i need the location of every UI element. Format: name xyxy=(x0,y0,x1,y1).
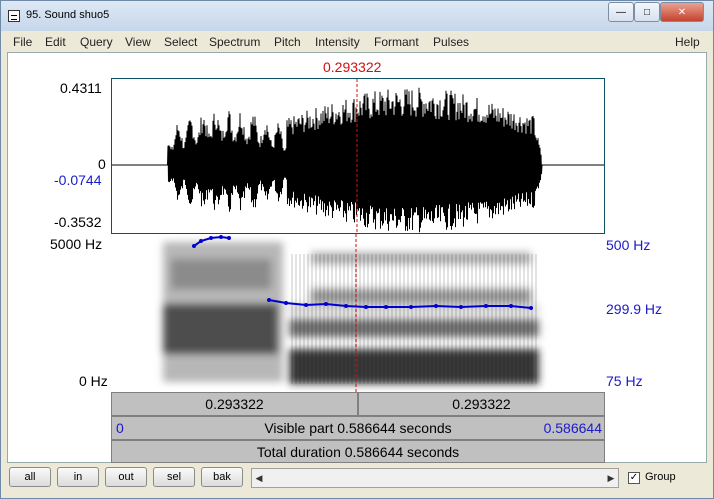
pitch-value-label: 299.9 Hz xyxy=(606,301,663,317)
menu-query[interactable]: Query xyxy=(80,35,113,49)
pitch-point xyxy=(209,236,213,240)
pitch-point xyxy=(364,305,368,309)
menu-formant[interactable]: Formant xyxy=(374,35,419,49)
pitch-point xyxy=(409,305,413,309)
pitch-point xyxy=(459,305,463,309)
visible-end: 0.586644 xyxy=(543,420,602,436)
maximize-button[interactable]: □ xyxy=(634,2,660,22)
pitch-point xyxy=(199,239,203,243)
pitch-point xyxy=(324,302,328,306)
pitch-point xyxy=(192,244,196,248)
cursor-time-label: 0.293322 xyxy=(323,59,382,75)
scroll-left-icon[interactable]: ◀ xyxy=(252,469,266,487)
zoom-sel-button[interactable]: sel xyxy=(153,467,195,487)
time-segment-right[interactable]: 0.293322 xyxy=(358,392,605,416)
pitch-point xyxy=(509,304,513,308)
waveform-y-cursor: -0.0744 xyxy=(54,172,102,188)
spectrogram-panel[interactable] xyxy=(111,234,605,392)
zoom-in-button[interactable]: in xyxy=(57,467,99,487)
waveform-panel[interactable] xyxy=(111,78,605,234)
menu-select[interactable]: Select xyxy=(164,35,197,49)
menu-help[interactable]: Help xyxy=(675,35,700,49)
spectrogram-freq-bottom: 0 Hz xyxy=(79,373,108,389)
pitch-top-label: 500 Hz xyxy=(606,237,651,253)
pitch-point xyxy=(227,236,231,240)
zoom-out-button[interactable]: out xyxy=(105,467,147,487)
menu-pitch[interactable]: Pitch xyxy=(274,35,301,49)
pitch-bottom-label: 75 Hz xyxy=(606,373,643,389)
visible-start: 0 xyxy=(116,420,124,436)
title-bar[interactable]: 95. Sound shuo5 — □ ✕ xyxy=(1,1,713,31)
visible-part-label: Visible part 0.586644 seconds xyxy=(264,420,452,436)
pitch-point xyxy=(304,303,308,307)
scroll-right-icon[interactable]: ▶ xyxy=(604,469,618,487)
group-checkbox[interactable]: ✓ xyxy=(628,472,640,484)
waveform-y-bottom: -0.3532 xyxy=(54,214,102,230)
pitch-point xyxy=(267,298,271,302)
waveform-svg xyxy=(112,79,604,233)
pitch-point xyxy=(219,235,223,239)
window-title: 95. Sound shuo5 xyxy=(26,9,110,21)
pitch-point xyxy=(484,304,488,308)
spectrogram-svg xyxy=(163,234,539,392)
group-label: Group xyxy=(645,471,676,483)
zoom-back-button[interactable]: bak xyxy=(201,467,243,487)
menu-intensity[interactable]: Intensity xyxy=(315,35,360,49)
zoom-all-button[interactable]: all xyxy=(9,467,51,487)
menu-pulses[interactable]: Pulses xyxy=(433,35,469,49)
waveform-trace xyxy=(112,87,604,233)
time-segment-left[interactable]: 0.293322 xyxy=(111,392,358,416)
menu-view[interactable]: View xyxy=(125,35,151,49)
menu-file[interactable]: File xyxy=(13,35,32,49)
waveform-y-zero: 0 xyxy=(98,156,106,172)
menu-spectrum[interactable]: Spectrum xyxy=(209,35,260,49)
minimize-button[interactable]: — xyxy=(608,2,634,22)
pitch-point xyxy=(434,304,438,308)
visible-part-bar[interactable]: 0 Visible part 0.586644 seconds 0.586644 xyxy=(111,416,605,440)
praat-sound-window: 95. Sound shuo5 — □ ✕ File Edit Query Vi… xyxy=(0,0,714,499)
praat-app-icon xyxy=(8,10,20,22)
pitch-point xyxy=(384,305,388,309)
menu-bar: File Edit Query View Select Spectrum Pit… xyxy=(7,31,707,52)
pitch-point xyxy=(529,306,533,310)
waveform-y-top: 0.4311 xyxy=(60,80,102,96)
pitch-point xyxy=(344,304,348,308)
close-button[interactable]: ✕ xyxy=(660,2,704,22)
menu-edit[interactable]: Edit xyxy=(45,35,66,49)
total-duration-bar[interactable]: Total duration 0.586644 seconds xyxy=(111,440,605,463)
time-scrollbar[interactable]: ◀ ▶ xyxy=(251,468,619,488)
spectrogram-freq-top: 5000 Hz xyxy=(50,236,103,252)
pitch-point xyxy=(284,301,288,305)
